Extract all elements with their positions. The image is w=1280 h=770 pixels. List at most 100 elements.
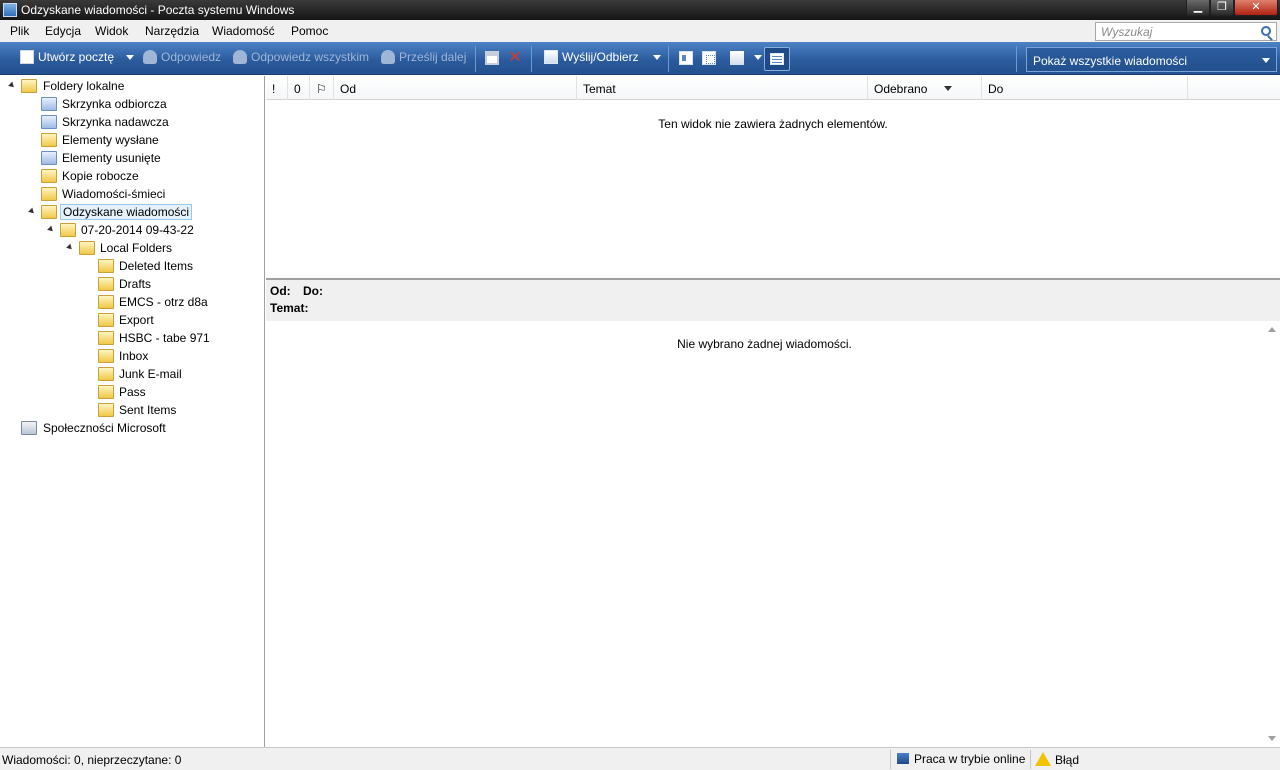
print-icon[interactable]: [485, 51, 499, 65]
folder-label: 07-20-2014 09-43-22: [81, 223, 194, 237]
folder-label: Wiadomości-śmieci: [62, 187, 166, 201]
folder-label: Inbox: [119, 349, 149, 363]
contacts-icon[interactable]: [679, 51, 693, 65]
folder-label: Skrzynka odbiorcza: [62, 97, 167, 111]
collapse-arrow-icon[interactable]: [47, 225, 55, 234]
search-icon[interactable]: [1261, 26, 1271, 36]
calendar-icon[interactable]: [702, 51, 716, 65]
online-status[interactable]: Praca w trybie online: [897, 752, 1025, 766]
preview-subject-label: Temat:: [270, 301, 309, 315]
send-receive-label: Wyślij/Odbierz: [562, 50, 639, 64]
column-received[interactable]: Odebrano: [868, 76, 982, 100]
folder-icon: [98, 331, 114, 345]
toolbar-separator: [1016, 46, 1017, 72]
paperclip-icon: 0: [294, 82, 301, 96]
forward-button[interactable]: Prześlij dalej: [381, 50, 466, 68]
toolbar-separator: [668, 46, 669, 72]
collapse-arrow-icon[interactable]: [28, 207, 36, 216]
folder-label: EMCS - otrz d8a: [119, 295, 208, 309]
menu-message[interactable]: Wiadomość: [212, 24, 275, 38]
error-status[interactable]: Błąd: [1035, 752, 1079, 767]
folder-label: Deleted Items: [119, 259, 194, 273]
delete-icon[interactable]: ✕: [508, 50, 522, 66]
layout-icon: [770, 53, 784, 65]
compose-button[interactable]: Utwórz pocztę: [20, 50, 114, 68]
column-from-label: Od: [340, 82, 357, 96]
folder-icon: [98, 295, 114, 309]
no-message-selected-text: Nie wybrano żadnej wiadomości.: [677, 337, 852, 351]
minimize-button[interactable]: ▁: [1186, 0, 1210, 16]
folder-label: Foldery lokalne: [43, 79, 125, 93]
status-bar: Wiadomości: 0, nieprzeczytane: 0 Praca w…: [0, 747, 1280, 770]
folder-icon: [41, 205, 57, 219]
folder-icon: [98, 277, 114, 291]
column-subject-label: Temat: [583, 82, 616, 96]
network-icon: [897, 753, 909, 764]
column-flag[interactable]: ⚐: [310, 76, 334, 100]
outbox-icon: [41, 115, 57, 129]
folder-label: Drafts: [119, 277, 152, 291]
title-bar: Odzyskane wiadomości - Poczta systemu Wi…: [0, 0, 1280, 20]
reply-icon: [143, 50, 157, 64]
layout-button[interactable]: [764, 47, 790, 71]
preview-header: Od: Do: Temat:: [266, 280, 1280, 321]
windows-menu-icon[interactable]: [730, 51, 744, 65]
menu-file[interactable]: Plik: [10, 24, 29, 38]
scroll-up-icon[interactable]: [1268, 327, 1276, 332]
forward-icon: [381, 50, 395, 64]
status-separator: [890, 750, 891, 769]
folder-label: Skrzynka nadawcza: [62, 115, 169, 129]
folder-label: Społeczności Microsoft: [43, 421, 166, 435]
folder-icon: [98, 385, 114, 399]
maximize-button[interactable]: ❐: [1210, 0, 1234, 16]
reply-all-button[interactable]: Odpowiedz wszystkim: [233, 50, 369, 68]
send-receive-button[interactable]: Wyślij/Odbierz: [544, 50, 639, 68]
reply-all-icon: [233, 50, 247, 64]
reply-button[interactable]: Odpowiedz: [143, 50, 221, 68]
flag-icon: ⚐: [316, 82, 327, 96]
folder-label: Sent Items: [119, 403, 177, 417]
preview-scrollbar[interactable]: [1263, 321, 1280, 747]
folder-label: Elementy usunięte: [62, 151, 161, 165]
folder-label: Junk E-mail: [119, 367, 182, 381]
send-receive-dropdown-arrow[interactable]: [653, 55, 661, 60]
column-subject[interactable]: Temat: [577, 76, 868, 100]
menu-help[interactable]: Pomoc: [291, 24, 328, 38]
close-button[interactable]: ✕: [1234, 0, 1278, 16]
view-filter-value: Pokaż wszystkie wiadomości: [1033, 54, 1188, 68]
menu-tools[interactable]: Narzędzia: [145, 24, 199, 38]
folder-icon: [98, 367, 114, 381]
column-from[interactable]: Od: [334, 76, 577, 100]
column-to[interactable]: Do: [982, 76, 1188, 100]
message-count: Wiadomości: 0, nieprzeczytane: 0: [2, 753, 182, 767]
folder-label: Local Folders: [100, 241, 173, 255]
view-filter-dropdown[interactable]: Pokaż wszystkie wiadomości: [1026, 47, 1277, 72]
folder-icon: [98, 349, 114, 363]
collapse-arrow-icon[interactable]: [8, 81, 16, 90]
collapse-arrow-icon[interactable]: [66, 243, 74, 252]
communities-icon: [21, 421, 37, 435]
menu-edit[interactable]: Edycja: [45, 24, 81, 38]
windows-menu-dropdown-arrow[interactable]: [754, 55, 762, 60]
menu-bar: Plik Edycja Widok Narzędzia Wiadomość Po…: [0, 20, 1280, 42]
folder-icon: [98, 403, 114, 417]
column-priority[interactable]: !: [266, 76, 288, 100]
preview-to-label: Do:: [303, 284, 323, 298]
column-attachment[interactable]: 0: [288, 76, 310, 100]
junk-icon: [41, 187, 57, 201]
reply-label: Odpowiedz: [161, 50, 222, 64]
warning-icon: [1035, 752, 1051, 766]
folder-label: Export: [119, 313, 154, 327]
window-title: Odzyskane wiadomości - Poczta systemu Wi…: [21, 3, 295, 17]
windows-mail-app-icon[interactable]: [3, 3, 17, 17]
folder-label: Pass: [119, 385, 146, 399]
search-input[interactable]: Wyszukaj: [1101, 25, 1152, 39]
menu-view[interactable]: Widok: [95, 24, 128, 38]
scroll-down-icon[interactable]: [1268, 736, 1276, 741]
new-mail-icon: [20, 50, 34, 64]
preview-from-label: Od:: [270, 284, 291, 298]
compose-dropdown-arrow[interactable]: [126, 55, 134, 60]
folder-icon: [98, 313, 114, 327]
column-to-label: Do: [988, 82, 1004, 96]
search-box[interactable]: Wyszukaj: [1095, 22, 1277, 41]
